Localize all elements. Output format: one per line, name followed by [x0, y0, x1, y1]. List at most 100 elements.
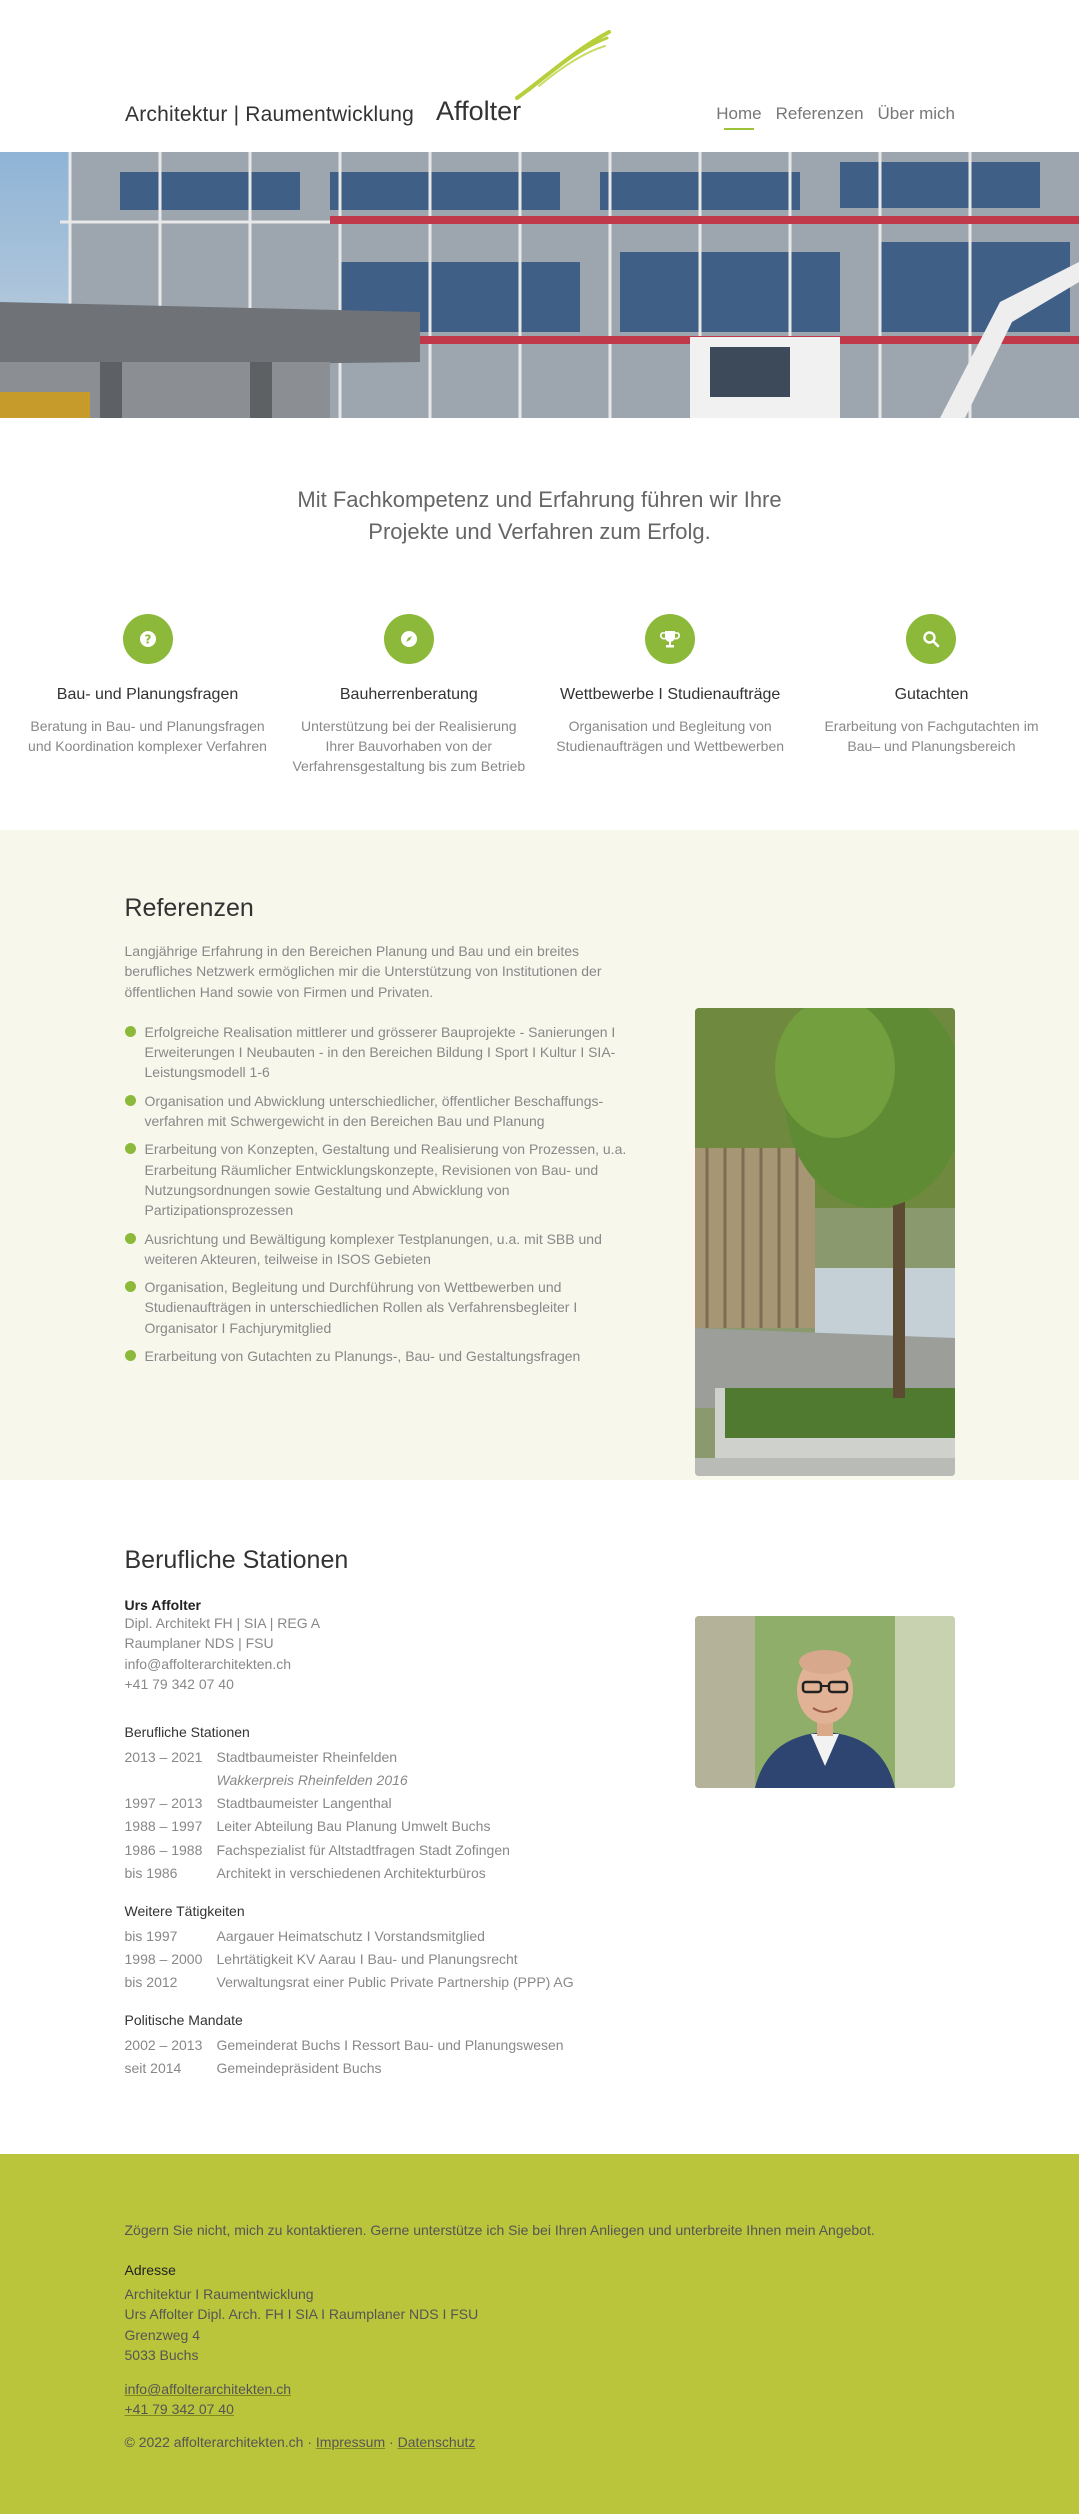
referenzen-intro: Langjährige Erfahrung in den Bereichen P…	[124, 943, 602, 1000]
datenschutz-link[interactable]: Datenschutz	[398, 2434, 476, 2450]
list-item-text: Ausrichtung und Bewältigung komplexer Te…	[144, 1230, 602, 1267]
question-icon: ?	[122, 613, 173, 664]
row-text: Lehrtätigkeit KV Aarau I Bau- und Planun…	[216, 1950, 518, 1967]
brand-name: Affolter	[436, 96, 522, 126]
list-item-text: Erarbeitung von Gutachten zu Planungs-, …	[144, 1348, 581, 1365]
footer-copyright: © 2022 affolterarchitekten.ch · Impressu…	[125, 2434, 955, 2450]
footer-email-link[interactable]: info@affolterarchitekten.ch	[125, 2381, 292, 2397]
separator: ·	[389, 2433, 394, 2450]
list-item-text: Erfolgreiche Realisation mittlerer und g…	[144, 1023, 616, 1081]
row-years: 1998 – 2000	[124, 1950, 203, 1967]
row-years: bis 2012	[124, 1973, 178, 1990]
person-title: Dipl. Architekt FH | SIA | REG A	[124, 1615, 321, 1631]
impressum-link[interactable]: Impressum	[316, 2434, 385, 2450]
check-icon	[124, 1232, 136, 1244]
referenzen-section: Referenzen Langjährige Erfahrung in den …	[0, 830, 1079, 1480]
service-desc: Organisation und Begleitung von Studiena…	[556, 717, 785, 755]
other-heading: Weitere Tätigkeiten	[124, 1902, 245, 1919]
service-item: Wettbewerbe I Studienaufträge Organisati…	[550, 613, 790, 777]
career-row: 1986 – 1988 Fachspezialist für Altstadtfr…	[125, 1839, 685, 1862]
svg-text:?: ?	[144, 632, 151, 646]
row-years: seit 2014	[124, 2060, 182, 2077]
nav-home[interactable]: Home	[716, 104, 762, 130]
row-years: 1988 – 1997	[124, 1818, 203, 1835]
nav-referenzen[interactable]: Referenzen	[776, 104, 864, 130]
service-desc: Erarbeitung von Fachgutachten im Bau– un…	[824, 717, 1039, 755]
service-item: Bauherrenberatung Unterstützung bei der …	[289, 613, 529, 777]
career-heading: Berufliche Stationen	[124, 1724, 250, 1741]
person-email[interactable]: info@affolterarchitekten.ch	[125, 1654, 685, 1674]
political-row: seit 2014 Gemeindepräsident Buchs	[125, 2057, 685, 2080]
site-footer: Zögern Sie nicht, mich zu kontaktieren. …	[0, 2154, 1079, 2514]
service-title: Bau- und Planungsfragen	[56, 685, 239, 703]
list-item-text: Organisation und Abwicklung unterschiedl…	[144, 1092, 604, 1130]
other-row: bis 1997 Aargauer Heimatschutz I Vorstand…	[125, 1925, 685, 1948]
main-nav: Home Referenzen Über mich	[716, 104, 955, 130]
service-desc: Unterstützung bei der Realisierung Ihrer…	[292, 717, 526, 775]
service-title: Bauherrenberatung	[339, 685, 478, 703]
row-text: Fachspezialist für Altstadtfragen Stadt …	[216, 1841, 510, 1858]
search-icon	[906, 613, 957, 664]
address-line: Grenzweg 4	[124, 2326, 200, 2343]
list-item: Erarbeitung von Konzepten, Gestaltung un…	[124, 1139, 645, 1220]
row-years: bis 1997	[124, 1927, 178, 1944]
person-name: Urs Affolter	[124, 1597, 202, 1613]
row-text: Gemeindepräsident Buchs	[216, 2060, 382, 2077]
row-years: bis 1986	[124, 1864, 178, 1881]
political-row: 2002 – 2013 Gemeinderat Buchs I Ressort B…	[125, 2034, 685, 2057]
other-row: 1998 – 2000 Lehrtätigkeit KV Aarau I Bau-…	[125, 1948, 685, 1971]
row-years: 1986 – 1988	[124, 1841, 203, 1858]
service-title: Wettbewerbe I Studienaufträge	[560, 685, 781, 703]
logo-swoosh-icon	[515, 30, 611, 100]
service-item: Gutachten Erarbeitung von Fachgutachten …	[811, 613, 1051, 777]
check-icon	[124, 1094, 136, 1106]
brand-tagline: Architektur | Raumentwicklung	[125, 103, 415, 126]
list-item-text: Organisation, Begleitung und Durchführun…	[144, 1279, 578, 1336]
intro-section: Mit Fachkompetenz und Erfahrung führen w…	[0, 418, 1079, 830]
intro-text: Mit Fachkompetenz und Erfahrung führen w…	[297, 487, 782, 544]
footer-cta: Zögern Sie nicht, mich zu kontaktieren. …	[124, 2222, 875, 2238]
address-heading: Adresse	[124, 2262, 176, 2278]
list-item: Organisation, Begleitung und Durchführun…	[124, 1277, 645, 1338]
row-text: Verwaltungsrat einer Public Private Part…	[216, 1973, 574, 1990]
brand-logo[interactable]: Architektur | Raumentwicklung Affolter	[125, 40, 522, 126]
person-phone[interactable]: +41 79 342 07 40	[125, 1674, 685, 1694]
row-text: Leiter Abteilung Bau Planung Umwelt Buch…	[216, 1818, 491, 1835]
career-row: bis 1986 Architekt in verschiedenen Archi…	[125, 1862, 685, 1885]
row-note: Wakkerpreis Rheinfelden 2016	[216, 1772, 408, 1789]
political-heading: Politische Mandate	[124, 2012, 243, 2029]
list-item: Erarbeitung von Gutachten zu Planungs-, …	[124, 1346, 645, 1366]
list-item-text: Erarbeitung von Konzepten, Gestaltung un…	[144, 1141, 627, 1219]
services-list: ? Bau- und Planungsfragen Beratung in Ba…	[28, 613, 1052, 777]
referenzen-heading: Referenzen	[124, 894, 254, 922]
check-icon	[124, 1350, 136, 1362]
other-row: bis 2012 Verwaltungsrat einer Public Priv…	[125, 1971, 685, 1994]
row-text: Stadtbaumeister Langenthal	[216, 1795, 392, 1812]
site-header: Architektur | Raumentwicklung Affolter H…	[0, 0, 1079, 152]
stationen-section: Berufliche Stationen Urs Affolter Dipl. …	[0, 1480, 1079, 2154]
copyright-text: © 2022 affolterarchitekten.ch ·	[124, 2433, 313, 2450]
referenzen-photo	[694, 1008, 955, 1476]
stationen-heading: Berufliche Stationen	[124, 1546, 349, 1574]
check-icon	[124, 1025, 136, 1037]
row-years: 2002 – 2013	[124, 2037, 203, 2054]
person-title: Raumplaner NDS | FSU	[124, 1635, 274, 1652]
check-icon	[124, 1143, 136, 1155]
list-item: Ausrichtung und Bewältigung komplexer Te…	[124, 1229, 645, 1270]
compass-icon	[383, 613, 434, 664]
trophy-icon	[645, 613, 696, 664]
career-row: 2013 – 2021 Stadtbaumeister Rheinfelden Wa…	[125, 1746, 685, 1792]
list-item: Organisation und Abwicklung unterschiedl…	[124, 1091, 645, 1132]
row-text: Aargauer Heimatschutz I Vorstandsmitglie…	[216, 1927, 485, 1944]
career-row: 1988 – 1997 Leiter Abteilung Bau Planung …	[125, 1815, 685, 1838]
nav-ueber-mich[interactable]: Über mich	[878, 104, 955, 130]
row-years: 2013 – 2021	[124, 1749, 203, 1766]
check-icon	[124, 1281, 136, 1293]
career-row: 1997 – 2013 Stadtbaumeister Langenthal	[125, 1792, 685, 1815]
hero-image	[0, 152, 1079, 418]
service-title: Gutachten	[894, 685, 969, 703]
footer-phone-link[interactable]: +41 79 342 07 40	[125, 2401, 234, 2417]
address-line: Architektur I Raumentwicklung	[124, 2286, 314, 2302]
list-item: Erfolgreiche Realisation mittlerer und g…	[124, 1022, 645, 1083]
row-text: Gemeinderat Buchs I Ressort Bau- und Pla…	[216, 2037, 564, 2054]
